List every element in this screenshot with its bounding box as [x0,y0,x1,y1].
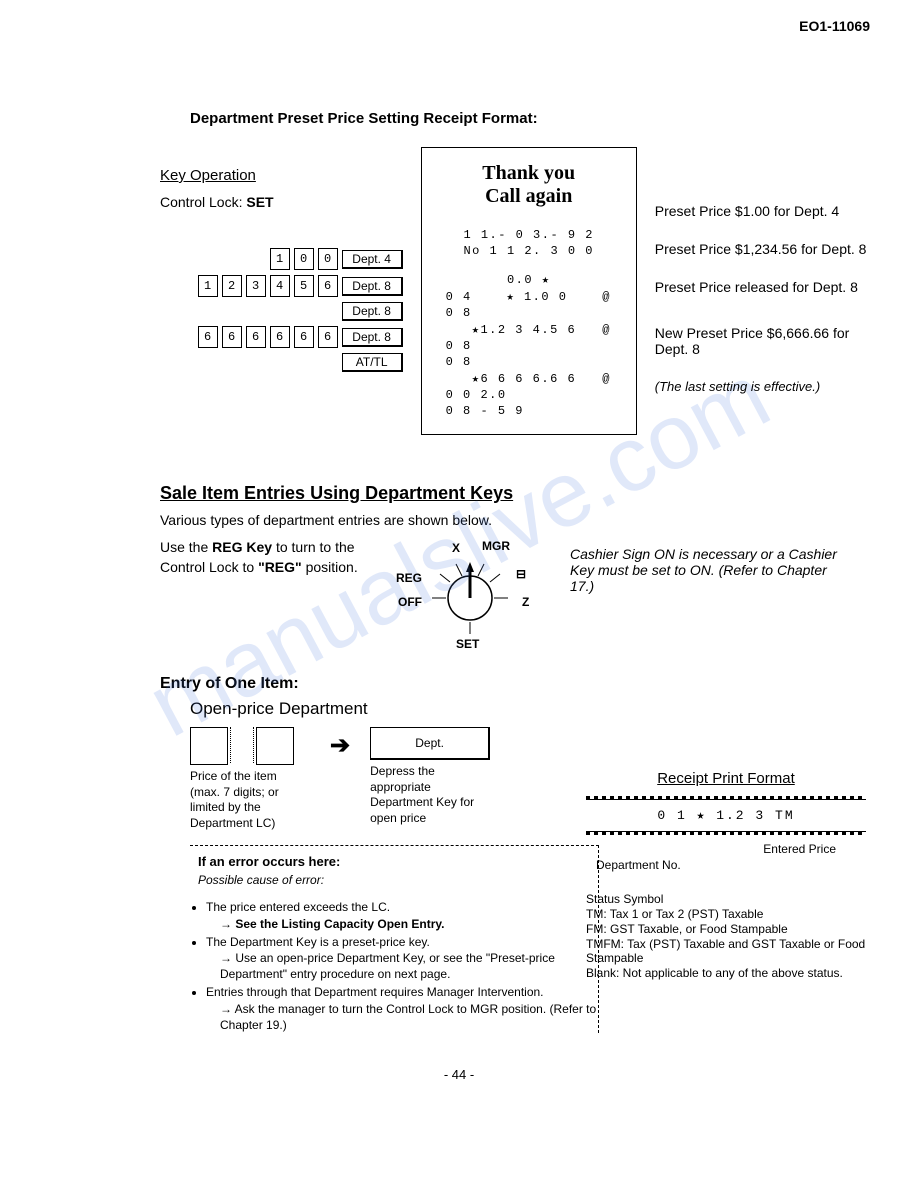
key-digit: 5 [294,275,314,297]
page-number: - 44 - [40,1067,878,1082]
receipt-row: 0 4 ★ 1.0 0 @ [432,289,626,304]
key-row: AT/TL [160,353,403,372]
key-row: 1 0 0 Dept. 4 [160,248,403,270]
key-row: 1 2 3 4 5 6 Dept. 8 [160,275,403,297]
key-digit: 6 [294,326,314,348]
digit-box [190,727,228,765]
callout-1: Preset Price $1.00 for Dept. 4 [655,203,878,219]
digit-ellipsis [230,727,254,763]
key-row: 6 6 6 6 6 6 Dept. 8 [160,326,403,348]
dept-caption: Depress the appropriate Department Key f… [370,764,490,826]
callout-4: New Preset Price $6,666.66 for Dept. 8 [655,325,878,357]
control-lock-value: SET [246,194,273,210]
status-item: FM: GST Taxable, or Food Stampable [586,922,866,936]
receipt-row: 0 8 [432,355,626,369]
rpf-title: Receipt Print Format [586,770,866,787]
key-digit: 0 [294,248,314,270]
key-digit: 1 [198,275,218,297]
dial-reg: REG [396,571,422,585]
receipt-preview: Thank you Call again 1 1.- 0 3.- 9 2 No … [421,147,637,435]
receipt-row: ★6 6 6 6.6 6 @ [432,371,626,386]
doc-id: EO1-11069 [799,18,870,34]
key-row: Dept. 8 [160,302,403,321]
section2-title: Sale Item Entries Using Department Keys [160,483,878,504]
receipt-zero: 0.0 ★ [432,272,626,287]
error-subheading: Possible cause of error: [198,873,598,887]
receipt-row: 0 8 - 5 9 [432,404,626,418]
control-lock-dial: REG X MGR ⊟ Z OFF SET [390,538,550,651]
rpf-entered: Entered Price [586,842,866,856]
key-digit: 6 [318,275,338,297]
receipt-row: ★1.2 3 4.5 6 @ [432,322,626,337]
callout-3: Preset Price released for Dept. 8 [655,279,878,295]
dept-key: Dept. [370,727,490,760]
dept-button: Dept. 8 [342,328,403,347]
error-bullet: The price entered exceeds the LC. → See … [206,899,598,931]
cashier-note: Cashier Sign ON is necessary or a Cashie… [570,546,840,594]
receipt-date: 1 1.- 0 3.- 9 2 [432,228,626,242]
key-digit: 0 [318,248,338,270]
key-operation-heading: Key Operation [160,167,403,184]
status-item: TM: Tax 1 or Tax 2 (PST) Taxable [586,907,866,921]
error-bullet: Entries through that Department requires… [206,984,598,1033]
open-price-heading: Open-price Department [190,699,878,719]
price-caption: Price of the item (max. 7 digits; or lim… [190,769,310,831]
para-intro: Various types of department entries are … [160,512,878,528]
key-digit: 6 [318,326,338,348]
receipt-row: 0 0 2.0 [432,388,626,402]
rpf-sample: 0 1 ★ 1.2 3 TM [586,799,866,832]
callout-2: Preset Price $1,234.56 for Dept. 8 [655,241,878,257]
key-digit: 1 [270,248,290,270]
dept-button: Dept. 4 [342,250,403,269]
error-box: If an error occurs here: Possible cause … [190,845,599,1033]
dial-set: SET [456,637,479,651]
dial-x: X [452,541,460,555]
key-digit: 3 [246,275,266,297]
entry-heading: Entry of One Item: [160,675,878,693]
key-digit: 4 [270,275,290,297]
dept-button: Dept. 8 [342,302,403,321]
status-item: TMFM: Tax (PST) Taxable and GST Taxable … [586,937,866,965]
dial-mgr: MGR [482,539,510,553]
reg-instruction: Use the REG Key to turn to the Control L… [160,538,370,577]
receipt-line: Call again [432,185,626,208]
status-title: Status Symbol [586,892,866,906]
key-digit: 6 [270,326,290,348]
receipt-row: 0 8 [432,306,626,320]
dial-dash: ⊟ [516,567,526,581]
dept-button: Dept. 8 [342,277,403,296]
key-digit: 6 [198,326,218,348]
receipt-line: Thank you [432,162,626,185]
control-lock-label: Control Lock: [160,194,246,210]
callout-note: (The last setting is effective.) [655,379,878,394]
dial-z: Z [522,595,529,609]
receipt-no: No 1 1 2. 3 0 0 [432,244,626,258]
section1-title: Department Preset Price Setting Receipt … [190,110,878,127]
arrow-icon: ➔ [330,727,350,760]
status-item: Blank: Not applicable to any of the abov… [586,966,866,980]
error-bullet: The Department Key is a preset-price key… [206,934,598,983]
error-heading: If an error occurs here: [198,854,598,869]
rpf-dept: Department No. [586,858,866,872]
key-digit: 2 [222,275,242,297]
digit-box [256,727,294,765]
attl-button: AT/TL [342,353,403,372]
key-digit: 6 [222,326,242,348]
key-digit: 6 [246,326,266,348]
dial-off: OFF [398,595,422,609]
receipt-row: 0 8 [432,339,626,353]
